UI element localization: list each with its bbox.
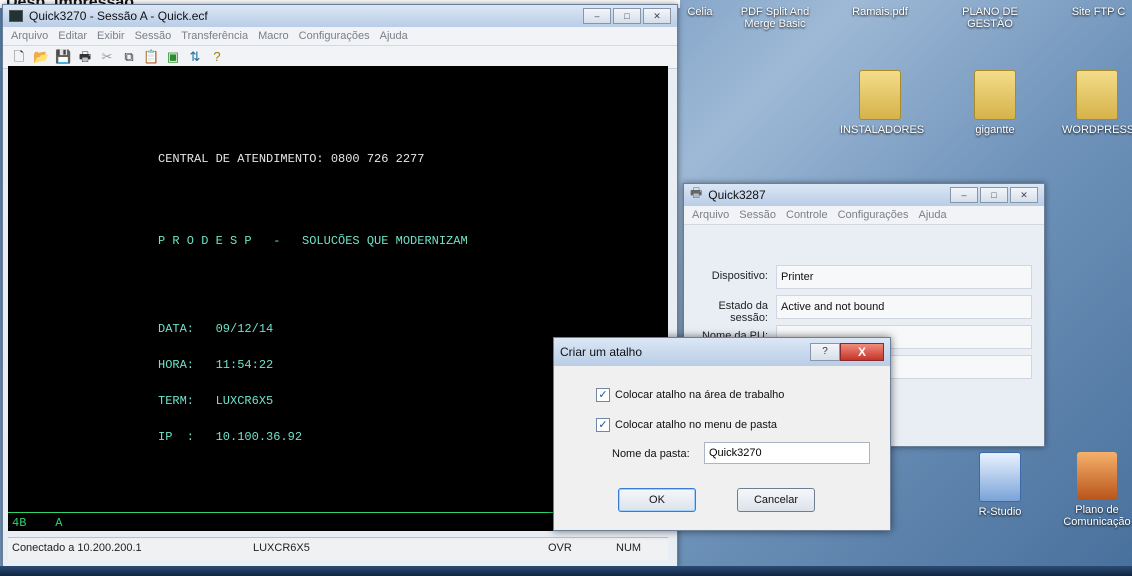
folder-icon (974, 70, 1016, 120)
menu-controle[interactable]: Controle (786, 209, 828, 221)
main-menubar: Arquivo Editar Exibir Sessão Transferênc… (3, 27, 677, 46)
desktop-icon-label: PDF Split And Merge Basic (740, 6, 810, 30)
main-window-titlebar[interactable]: Quick3270 - Sessão A - Quick.ecf – □ ✕ (3, 5, 677, 27)
desktop-icon-label: INSTALADORES (840, 124, 925, 136)
r-studio-icon (979, 452, 1021, 502)
status-num: NUM (616, 542, 642, 554)
help-icon[interactable]: ? (209, 49, 225, 65)
terminal-line: IP : 10.100.36.92 (158, 430, 303, 444)
presentation-icon (1077, 452, 1117, 500)
printer-menubar: Arquivo Sessão Controle Configurações Aj… (684, 206, 1044, 225)
close-button[interactable]: ✕ (1010, 187, 1038, 203)
checkbox-label: Colocar atalho na área de trabalho (615, 389, 785, 401)
save-icon[interactable]: 💾 (55, 49, 71, 65)
desktop-icon-plano-comunicacao[interactable]: Plano de Comunicação (1062, 452, 1132, 528)
terminal-app-icon (9, 10, 23, 22)
menu-configuracoes[interactable]: Configurações (838, 209, 909, 221)
printer-window-title: Quick3287 (708, 188, 766, 202)
field-label-dispositivo: Dispositivo: (711, 270, 768, 282)
desktop-icon-instaladores[interactable]: INSTALADORES (840, 70, 924, 136)
menu-ajuda[interactable]: Ajuda (919, 209, 947, 221)
menu-editar[interactable]: Editar (58, 30, 87, 42)
checkbox-folder-shortcut[interactable]: ✓ Colocar atalho no menu de pasta (596, 418, 777, 432)
main-statusbar: Conectado a 10.200.200.1 LUXCR6X5 OVR NU… (8, 537, 668, 560)
main-window-title: Quick3270 - Sessão A - Quick.ecf (29, 9, 208, 23)
paste-icon[interactable]: 📋 (143, 49, 159, 65)
desktop-icon-plano-gestao[interactable]: PLANO DE GESTÃO (955, 6, 1025, 30)
field-dispositivo: Printer (776, 265, 1032, 289)
new-file-icon[interactable]: 🗋 (11, 49, 27, 65)
open-folder-icon[interactable]: 📂 (33, 49, 49, 65)
menu-configuracoes[interactable]: Configurações (299, 30, 370, 42)
cut-icon[interactable]: ✂ (99, 49, 115, 65)
dialog-title: Criar um atalho (560, 345, 643, 359)
checkbox-desktop-shortcut[interactable]: ✓ Colocar atalho na área de trabalho (596, 388, 784, 402)
cancel-button[interactable]: Cancelar (737, 488, 815, 512)
desktop-icon-site-ftp[interactable]: Site FTP C (1065, 6, 1132, 18)
connect-icon[interactable]: ▣ (165, 49, 181, 65)
desktop-icon-label: Site FTP C (1071, 6, 1126, 18)
desktop-icon-label: gigantte (975, 124, 1015, 136)
terminal-line: TERM: LUXCR6X5 (158, 394, 274, 408)
desktop-icon-label: Celia (687, 6, 713, 18)
terminal-status-line: 4B A (12, 516, 63, 530)
desktop-icon-ramais[interactable]: Ramais.pdf (845, 6, 915, 18)
field-label-estado: Estado da sessão: (718, 300, 768, 324)
menu-exibir[interactable]: Exibir (97, 30, 125, 42)
field-estado-sessao: Active and not bound (776, 295, 1032, 319)
close-button[interactable]: ✕ (643, 8, 671, 24)
menu-arquivo[interactable]: Arquivo (692, 209, 729, 221)
terminal-line: P R O D E S P - SOLUCÕES QUE MODERNIZAM (158, 234, 468, 248)
desktop-icon-label: R-Studio (978, 506, 1022, 518)
folder-name-label: Nome da pasta: (612, 448, 690, 460)
help-button[interactable]: ? (810, 343, 840, 361)
maximize-button[interactable]: □ (613, 8, 641, 24)
desktop-icon-r-studio[interactable]: R-Studio (960, 452, 1040, 518)
desktop-icon-label: Ramais.pdf (852, 6, 908, 18)
print-icon[interactable]: 🖶 (77, 49, 93, 65)
copy-icon[interactable]: ⧉ (121, 49, 137, 65)
minimize-button[interactable]: – (583, 8, 611, 24)
desktop-icon-label: PLANO DE GESTÃO (962, 6, 1018, 30)
status-connection: Conectado a 10.200.200.1 (12, 542, 142, 554)
checkbox-checked-icon[interactable]: ✓ (596, 388, 610, 402)
transfer-icon[interactable]: ⇅ (187, 49, 203, 65)
desktop-icon-label: WORDPRESS (1062, 124, 1132, 136)
checkbox-checked-icon[interactable]: ✓ (596, 418, 610, 432)
taskbar (0, 566, 1132, 576)
menu-transferencia[interactable]: Transferência (181, 30, 248, 42)
menu-arquivo[interactable]: Arquivo (11, 30, 48, 42)
status-terminal: LUXCR6X5 (253, 542, 310, 554)
folder-name-input[interactable]: Quick3270 (704, 442, 870, 464)
folder-icon (1076, 70, 1118, 120)
checkbox-label: Colocar atalho no menu de pasta (615, 419, 778, 431)
desktop-icon-pdf-split[interactable]: PDF Split And Merge Basic (725, 6, 825, 30)
terminal-line: CENTRAL DE ATENDIMENTO: 0800 726 2277 (158, 152, 425, 166)
printer-icon: 🖶 (690, 185, 703, 200)
desktop-icon-label: Plano de Comunicação (1063, 504, 1131, 528)
menu-ajuda[interactable]: Ajuda (380, 30, 408, 42)
printer-window-titlebar[interactable]: 🖶 Quick3287 – □ ✕ (684, 184, 1044, 206)
menu-macro[interactable]: Macro (258, 30, 289, 42)
minimize-button[interactable]: – (950, 187, 978, 203)
dialog-titlebar[interactable]: Criar um atalho ? X (554, 338, 890, 366)
close-button[interactable]: X (840, 343, 884, 361)
terminal-line: HORA: 11:54:22 (158, 358, 274, 372)
create-shortcut-dialog: Criar um atalho ? X ✓ Colocar atalho na … (553, 337, 891, 531)
desktop-icon-celia[interactable]: Celia (680, 6, 720, 18)
ok-button[interactable]: OK (618, 488, 696, 512)
folder-icon (859, 70, 901, 120)
desktop-icon-wordpress[interactable]: WORDPRESS (1062, 70, 1132, 136)
menu-sessao[interactable]: Sessão (135, 30, 172, 42)
terminal-line: DATA: 09/12/14 (158, 322, 274, 336)
status-mode: OVR (548, 542, 572, 554)
desktop-icon-gigantte[interactable]: gigantte (955, 70, 1035, 136)
menu-sessao[interactable]: Sessão (739, 209, 776, 221)
maximize-button[interactable]: □ (980, 187, 1008, 203)
